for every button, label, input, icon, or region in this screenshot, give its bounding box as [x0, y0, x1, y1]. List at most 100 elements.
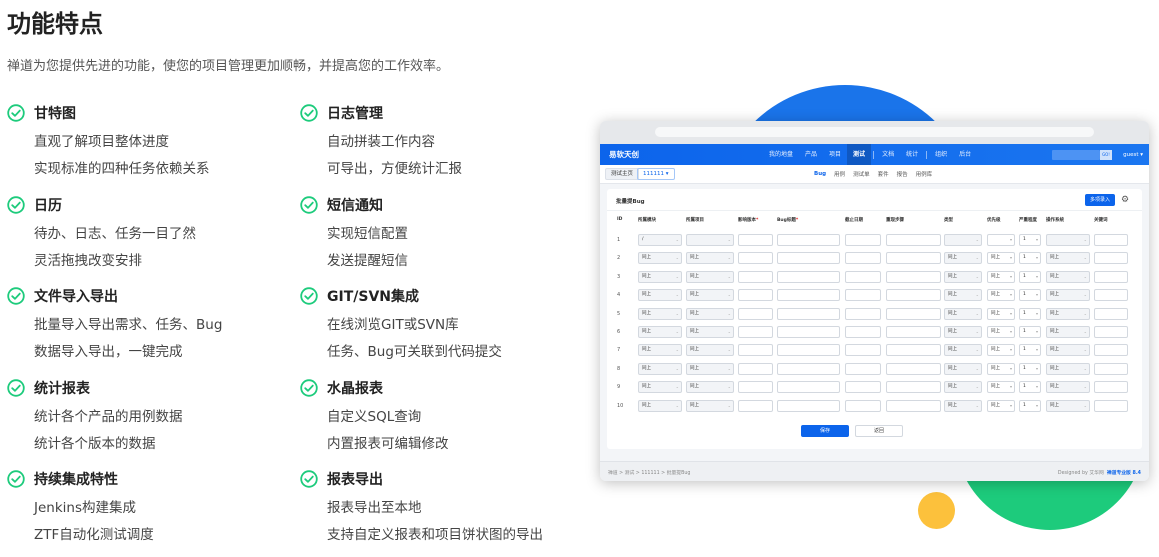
table-cell-input[interactable]: 同上 ⌄: [638, 326, 682, 338]
table-cell-input[interactable]: 同上 ⌄: [944, 252, 982, 265]
table-cell-input[interactable]: 同上 ⌄: [638, 399, 682, 412]
table-cell-input[interactable]: [777, 252, 840, 265]
table-cell-input[interactable]: 同上 ⌄: [638, 252, 682, 265]
table-cell-input[interactable]: 1 ▾: [1019, 362, 1041, 375]
table-cell-input[interactable]: 同上 ⌄: [1046, 270, 1090, 283]
table-cell-input[interactable]: 同上 ⌄: [686, 344, 734, 357]
table-cell-input[interactable]: 同上 ⌄: [638, 307, 682, 320]
table-cell-input[interactable]: ⌄: [1046, 234, 1090, 246]
table-cell-input[interactable]: 同上 ⌄: [1046, 326, 1090, 338]
table-cell-input[interactable]: [1094, 326, 1128, 338]
table-cell-input[interactable]: [1094, 270, 1128, 283]
table-cell-input[interactable]: 同上 ⌄: [638, 381, 682, 394]
crumb-test-home[interactable]: 测试主页: [605, 168, 640, 180]
table-cell-input[interactable]: 同上 ⌄: [1046, 344, 1090, 357]
table-cell-input[interactable]: [738, 252, 773, 265]
table-cell-input[interactable]: [738, 399, 773, 412]
table-cell-input[interactable]: [1094, 289, 1128, 302]
table-cell-input[interactable]: [886, 289, 941, 302]
table-cell-input[interactable]: [845, 270, 881, 283]
table-cell-input[interactable]: [738, 270, 773, 283]
table-cell-input[interactable]: [845, 252, 881, 265]
table-cell-input[interactable]: [886, 234, 941, 246]
table-cell-input[interactable]: 1 ▾: [1019, 307, 1041, 320]
table-cell-input[interactable]: 同上 ⌄: [686, 289, 734, 302]
table-cell-input[interactable]: [1094, 344, 1128, 357]
table-cell-input[interactable]: [738, 289, 773, 302]
table-cell-input[interactable]: 1 ▾: [1019, 234, 1041, 246]
table-cell-input[interactable]: 同上 ⌄: [944, 344, 982, 357]
table-cell-input[interactable]: [738, 234, 773, 246]
table-cell-input[interactable]: [845, 344, 881, 357]
table-cell-input[interactable]: [777, 344, 840, 357]
table-cell-input[interactable]: 同上 ⌄: [1046, 307, 1090, 320]
table-cell-input[interactable]: [738, 344, 773, 357]
table-cell-input[interactable]: ⌄: [944, 234, 982, 246]
table-cell-input[interactable]: 同上 ⌄: [944, 381, 982, 394]
table-cell-input[interactable]: [1094, 252, 1128, 265]
nav-item[interactable]: 后台: [953, 144, 977, 165]
table-cell-input[interactable]: 同上 ▾: [987, 326, 1015, 338]
sub-nav-item[interactable]: 套件: [874, 170, 893, 178]
table-cell-input[interactable]: 1 ▾: [1019, 399, 1041, 412]
table-cell-input[interactable]: ▾: [987, 234, 1015, 246]
table-cell-input[interactable]: [777, 289, 840, 302]
table-cell-input[interactable]: [777, 399, 840, 412]
table-cell-input[interactable]: 同上 ⌄: [1046, 289, 1090, 302]
table-cell-input[interactable]: 同上 ▾: [987, 252, 1015, 265]
table-cell-input[interactable]: 同上 ⌄: [638, 270, 682, 283]
table-cell-input[interactable]: 同上 ⌄: [638, 289, 682, 302]
table-cell-input[interactable]: 同上 ▾: [987, 289, 1015, 302]
table-cell-input[interactable]: 同上 ▾: [987, 362, 1015, 375]
nav-item[interactable]: 我的地盘: [763, 144, 799, 165]
table-cell-input[interactable]: 同上 ▾: [987, 270, 1015, 283]
table-cell-input[interactable]: [777, 234, 840, 246]
table-cell-input[interactable]: [1094, 234, 1128, 246]
table-cell-input[interactable]: 同上 ⌄: [686, 252, 734, 265]
table-cell-input[interactable]: 1 ▾: [1019, 326, 1041, 338]
table-cell-input[interactable]: 同上 ⌄: [638, 362, 682, 375]
table-cell-input[interactable]: [1094, 362, 1128, 375]
table-cell-input[interactable]: 1 ▾: [1019, 270, 1041, 283]
sub-nav-item[interactable]: 用例: [830, 170, 849, 178]
table-cell-input[interactable]: 同上 ⌄: [944, 270, 982, 283]
gear-icon[interactable]: ⚙: [1121, 194, 1129, 206]
nav-item[interactable]: 测试: [847, 144, 872, 165]
sub-nav-item[interactable]: Bug: [810, 171, 830, 177]
table-cell-input[interactable]: 同上 ▾: [987, 381, 1015, 394]
table-cell-input[interactable]: 同上 ⌄: [686, 307, 734, 320]
table-cell-input[interactable]: 同上 ⌄: [1046, 399, 1090, 412]
nav-item[interactable]: 统计: [900, 144, 924, 165]
table-cell-input[interactable]: 同上 ⌄: [686, 399, 734, 412]
table-cell-input[interactable]: [886, 381, 941, 394]
table-cell-input[interactable]: [738, 307, 773, 320]
table-cell-input[interactable]: [777, 307, 840, 320]
sub-nav-item[interactable]: 报告: [893, 170, 912, 178]
table-cell-input[interactable]: 同上 ⌄: [944, 289, 982, 302]
table-cell-input[interactable]: 同上 ⌄: [944, 362, 982, 375]
table-cell-input[interactable]: [845, 381, 881, 394]
table-cell-input[interactable]: 同上 ⌄: [638, 344, 682, 357]
nav-item[interactable]: 组织: [929, 144, 953, 165]
table-cell-input[interactable]: [1094, 399, 1128, 412]
table-cell-input[interactable]: [886, 362, 941, 375]
table-cell-input[interactable]: 同上 ▾: [987, 344, 1015, 357]
sub-nav-item[interactable]: 用例库: [912, 170, 937, 178]
table-cell-input[interactable]: ⌄: [686, 234, 734, 246]
table-cell-input[interactable]: [886, 307, 941, 320]
table-cell-input[interactable]: 1 ▾: [1019, 344, 1041, 357]
table-cell-input[interactable]: [738, 381, 773, 394]
table-cell-input[interactable]: [738, 362, 773, 375]
table-cell-input[interactable]: 同上 ⌄: [1046, 381, 1090, 394]
table-cell-input[interactable]: [886, 326, 941, 338]
table-cell-input[interactable]: 同上 ⌄: [1046, 252, 1090, 265]
table-cell-input[interactable]: [886, 344, 941, 357]
table-cell-input[interactable]: 同上 ⌄: [944, 307, 982, 320]
table-cell-input[interactable]: 同上 ▾: [987, 307, 1015, 320]
table-cell-input[interactable]: [886, 399, 941, 412]
table-cell-input[interactable]: 同上 ⌄: [1046, 362, 1090, 375]
batch-input-button[interactable]: 多项录入: [1085, 194, 1115, 206]
back-button[interactable]: 返回: [855, 425, 903, 437]
table-cell-input[interactable]: [886, 270, 941, 283]
nav-item[interactable]: 项目: [823, 144, 847, 165]
